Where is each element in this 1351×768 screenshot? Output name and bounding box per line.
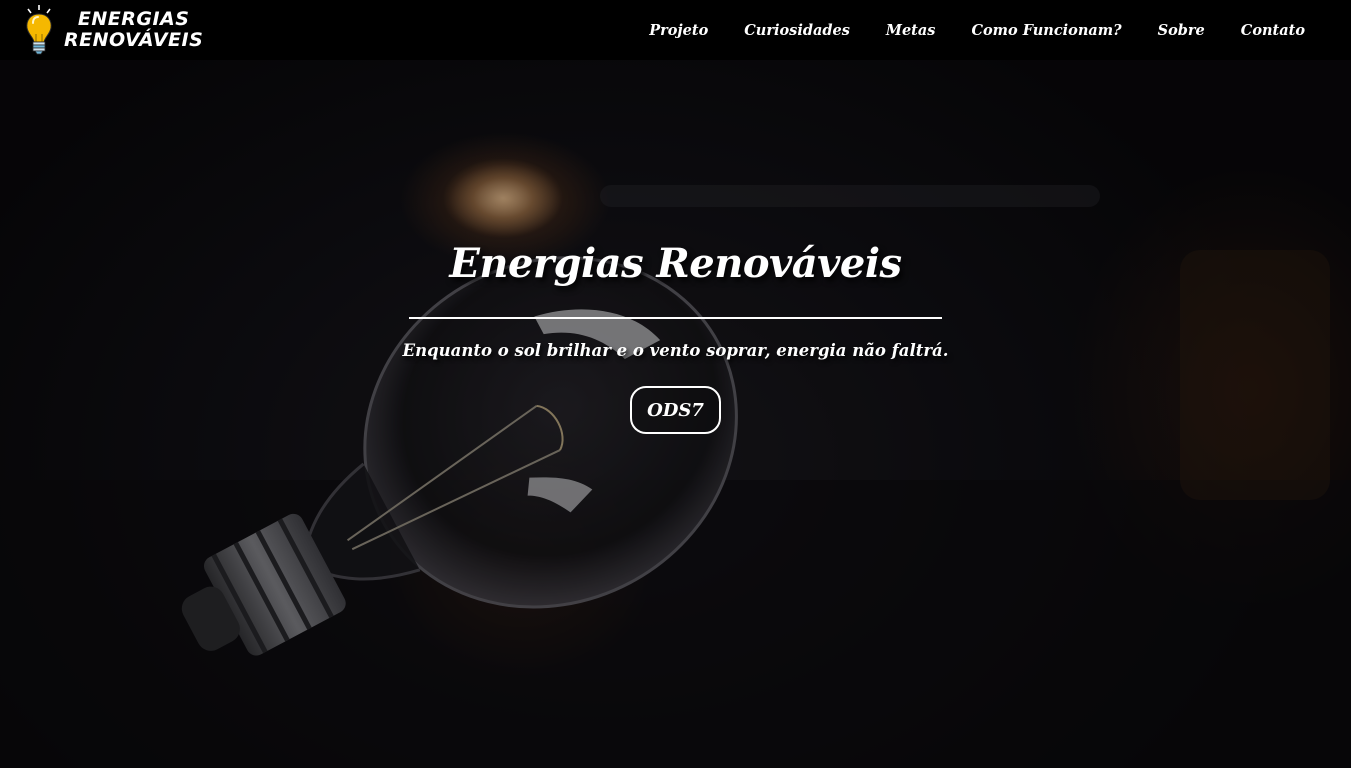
nav-link-contato[interactable]: Contato xyxy=(1223,22,1323,39)
brand-text: ENERGIAS RENOVÁVEIS xyxy=(64,9,203,51)
brand-line-1: ENERGIAS xyxy=(77,8,190,30)
nav-link-curiosidades[interactable]: Curiosidades xyxy=(726,22,868,39)
lightbulb-icon xyxy=(26,5,52,55)
nav-link-sobre[interactable]: Sobre xyxy=(1140,22,1223,39)
hero-title: Energias Renováveis xyxy=(449,240,902,287)
nav-menu: Projeto Curiosidades Metas Como Funciona… xyxy=(631,22,1323,39)
ods7-button[interactable]: ODS7 xyxy=(630,386,721,434)
hero-divider xyxy=(409,317,942,319)
navbar: ENERGIAS RENOVÁVEIS Projeto Curiosidades… xyxy=(0,0,1351,60)
nav-link-metas[interactable]: Metas xyxy=(868,22,954,39)
nav-link-como-funcionam[interactable]: Como Funcionam? xyxy=(953,22,1139,39)
hero-subtitle: Enquanto o sol brilhar e o vento soprar,… xyxy=(402,341,949,360)
brand-line-2: RENOVÁVEIS xyxy=(64,29,204,51)
nav-link-projeto[interactable]: Projeto xyxy=(631,22,726,39)
brand-logo[interactable]: ENERGIAS RENOVÁVEIS xyxy=(22,4,203,56)
hero-content: Energias Renováveis Enquanto o sol brilh… xyxy=(0,60,1351,768)
hero-section: Energias Renováveis Enquanto o sol brilh… xyxy=(0,60,1351,768)
